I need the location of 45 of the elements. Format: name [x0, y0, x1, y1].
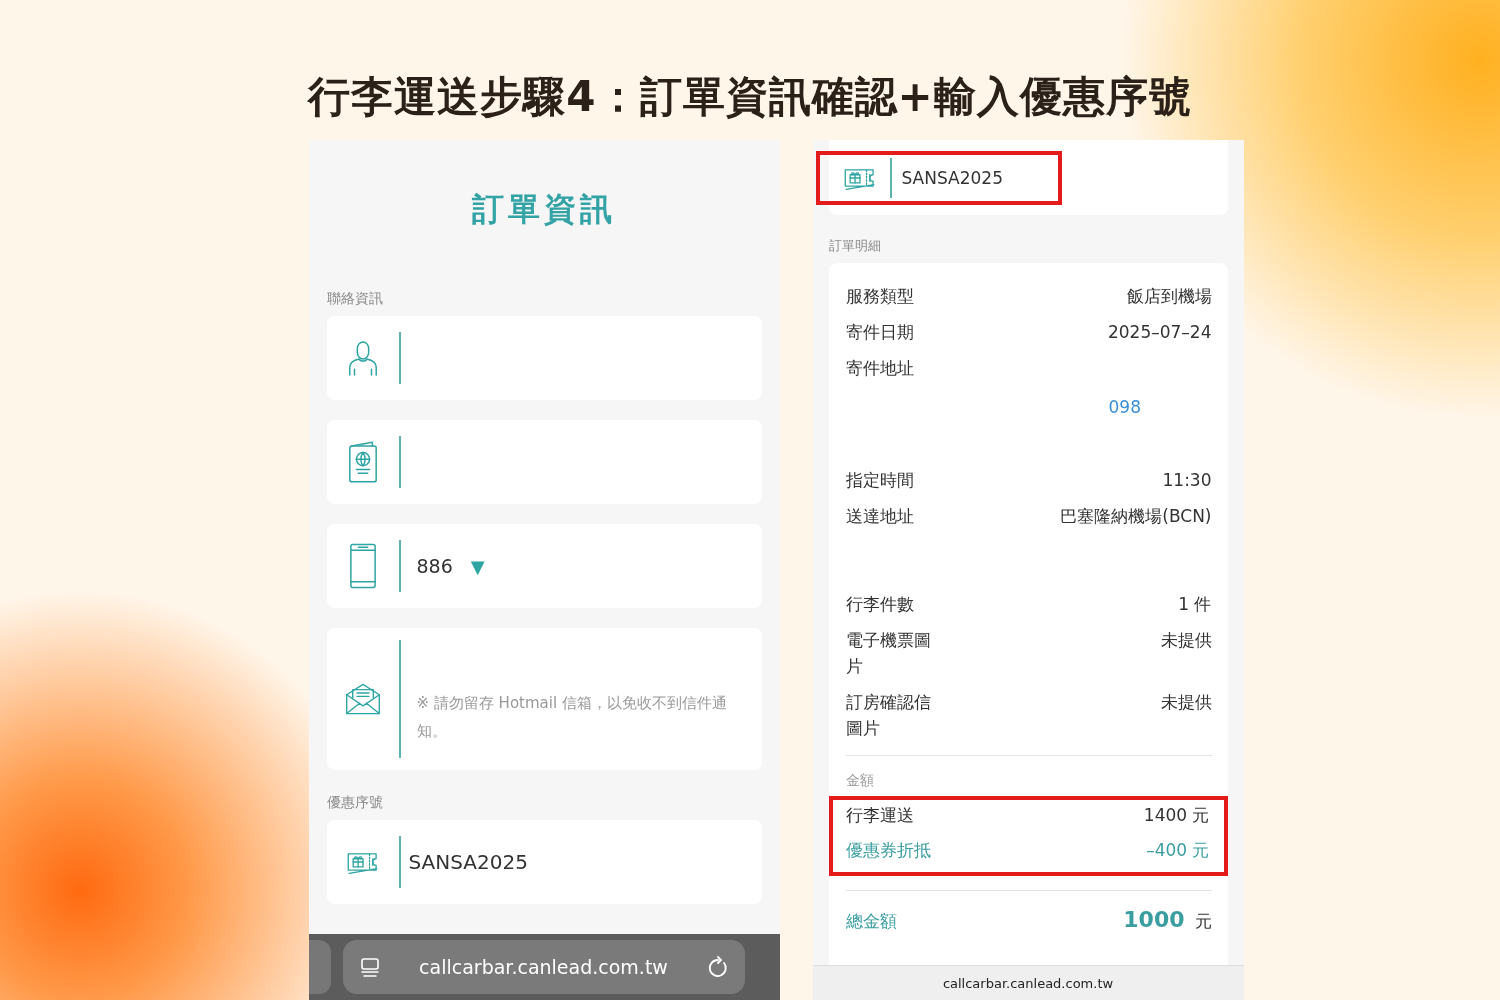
screen-title: 訂單資訊 — [471, 189, 617, 230]
detail-value: 未提供 — [1160, 629, 1212, 652]
detail-value: 飯店到機場 — [1126, 285, 1212, 308]
currency-unit: 元 — [1194, 911, 1212, 931]
reload-icon[interactable] — [706, 956, 729, 978]
detail-value: 2025–07–24 — [1107, 321, 1212, 344]
address-bar[interactable]: callcarbar.canlead.com.tw — [342, 940, 745, 994]
caret-icon[interactable]: ▼ — [470, 555, 485, 577]
coupon-field[interactable]: SANSA2025 — [326, 820, 762, 904]
detail-label: 送達地址 — [845, 505, 915, 528]
section-label: 金額 — [845, 772, 875, 790]
amount-label-text: 優惠券折抵 — [845, 839, 931, 862]
page-heading: 行李運送步驟4：訂單資訊確認+輸入優惠序號 — [308, 71, 1192, 123]
section-label: 聯絡資訊 — [326, 290, 384, 308]
amount-value: –400 元 — [1146, 839, 1210, 862]
detail-label: 行李件數 — [845, 593, 915, 616]
url-text: callcarbar.canlead.com.tw — [419, 956, 668, 978]
input-field[interactable] — [326, 316, 762, 400]
url-text: callcarbar.canlead.com.tw — [942, 975, 1114, 991]
detail-value: 1 件 — [1178, 593, 1212, 616]
total-label: 總金額 — [845, 910, 897, 933]
envelope-icon — [344, 681, 381, 717]
amount-label-text: 行李運送 — [845, 804, 914, 827]
detail-label: 寄件日期 — [845, 321, 915, 344]
input-field[interactable]: 886 ▼ — [326, 524, 762, 608]
country-code: 886 — [416, 555, 453, 577]
coupon-field[interactable]: SANSA2025 — [815, 150, 1062, 205]
detail-label: 寄件地址 — [845, 357, 915, 380]
phone-link[interactable]: 098 — [1108, 397, 1141, 417]
total-amount: 1000 — [1123, 907, 1185, 932]
detail-label: 訂房確認信圖片 — [845, 691, 932, 740]
tabs-icon[interactable] — [358, 956, 381, 978]
input-field[interactable] — [326, 420, 762, 504]
detail-value: 未提供 — [1160, 691, 1212, 714]
section-label: 優惠序號 — [326, 794, 384, 812]
detail-label: 電子機票圖片 — [845, 629, 932, 678]
detail-label: 服務類型 — [845, 285, 915, 308]
detail-value: 11:30 — [1162, 469, 1212, 492]
field-note: ※ 請勿留存 Hotmail 信箱，以免收不到信件通知。 — [416, 693, 728, 742]
detail-label: 指定時間 — [845, 469, 915, 492]
amount-value: 1400 元 — [1143, 804, 1210, 827]
input-field[interactable]: ※ 請勿留存 Hotmail 信箱，以免收不到信件通知。 — [326, 628, 762, 770]
section-label: 訂單明細 — [828, 237, 882, 255]
detail-value: 巴塞隆納機場(BCN) — [1060, 505, 1212, 528]
tab-button[interactable] — [308, 940, 331, 994]
